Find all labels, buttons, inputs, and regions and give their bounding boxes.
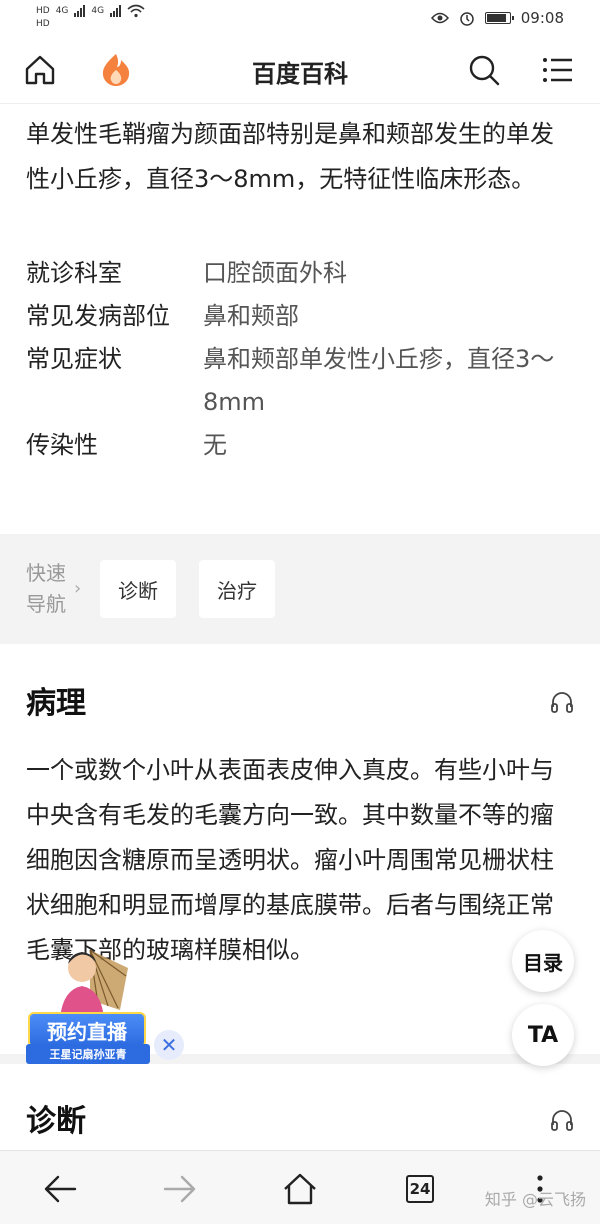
battery-icon [484,12,514,24]
headphones-icon[interactable] [550,690,574,714]
info-value: 无 [203,431,227,459]
intro-paragraph: 单发性毛鞘瘤为颜面部特别是鼻和颊部发生的单发性小丘疹，直径3～8mm，无特征性临… [26,120,554,193]
live-promo[interactable]: 预约直播 王星记扇孙亚青 ✕ [26,940,186,1070]
quick-nav: 快速导航 › 诊断 治疗 [0,534,600,644]
search-icon [469,55,500,86]
info-key: 常见症状 [26,345,122,373]
sim2-hd-label: HD [36,19,50,29]
watermark: 知乎 @云飞扬 [484,1190,586,1209]
signal-indicators: HD 4G 4G HD [36,4,145,30]
arrow-left-icon [44,1175,77,1203]
alarm-icon [460,12,474,26]
status-bar: HD 4G 4G HD 09:08 [0,0,600,38]
presenter-avatar [60,949,128,1020]
section-title: 诊断 [26,1104,86,1139]
search-button[interactable] [466,52,502,88]
info-value: 口腔颌面外科 [203,259,347,287]
info-key: 常见发病部位 [26,302,170,330]
wifi-icon [127,4,145,18]
live-promo-subtitle: 王星记扇孙亚青 [26,1044,150,1064]
info-key: 传染性 [26,431,98,459]
sim1-network-label: 4G [55,6,69,16]
tabs-button[interactable]: 24 [400,1169,440,1209]
toc-button[interactable]: 目录 [512,930,574,992]
home-nav-button[interactable] [280,1169,320,1209]
info-key: 就诊科室 [26,259,122,287]
headphones-icon[interactable] [550,1108,574,1132]
menu-icon [543,58,572,82]
section-diagnosis: 诊断 [0,1064,600,1144]
quick-nav-diagnosis[interactable]: 诊断 [100,560,176,618]
info-table: 就诊科室 口腔颌面外科 常见发病部位 鼻和颊部 常见症状 鼻和颊部单发性小丘疹，… [0,202,600,467]
sim2-network-label: 4G [91,6,105,16]
info-row: 就诊科室 口腔颌面外科 [26,252,574,295]
tab-count: 24 [406,1175,434,1203]
info-value: 鼻和颊部 [203,302,299,330]
info-value: 鼻和颊部单发性小丘疹，直径3～8mm [203,345,555,416]
signal-bars-icon [110,5,122,17]
info-row: 常见症状 鼻和颊部单发性小丘疹，直径3～8mm [26,338,574,424]
info-row: 常见发病部位 鼻和颊部 [26,295,574,338]
status-time: 09:08 [520,9,564,27]
article-content: 单发性毛鞘瘤为颜面部特别是鼻和颊部发生的单发性小丘疹，直径3～8mm，无特征性临… [0,104,600,1139]
signal-bars-icon [74,5,86,17]
arrow-right-icon [163,1175,196,1203]
status-right: 09:08 [430,9,564,27]
sim1-hd-label: HD [36,6,50,16]
back-button[interactable] [40,1169,80,1209]
close-icon[interactable]: ✕ [154,1030,184,1060]
live-promo-title: 预约直播 [28,1012,146,1048]
page-title: 百度百科 [252,60,348,88]
info-row: 传染性 无 [26,424,574,467]
chevron-right-icon: › [74,578,82,599]
text-size-button[interactable]: TA [512,1004,574,1066]
section-title: 病理 [26,686,86,721]
quick-nav-label: 快速导航 [26,561,66,616]
quick-nav-treatment[interactable]: 治疗 [199,560,275,618]
menu-button[interactable] [540,52,576,88]
eye-icon [430,12,449,24]
forward-button[interactable] [160,1169,200,1209]
app-header: 百度百科 [0,38,600,104]
home-icon [284,1173,316,1205]
